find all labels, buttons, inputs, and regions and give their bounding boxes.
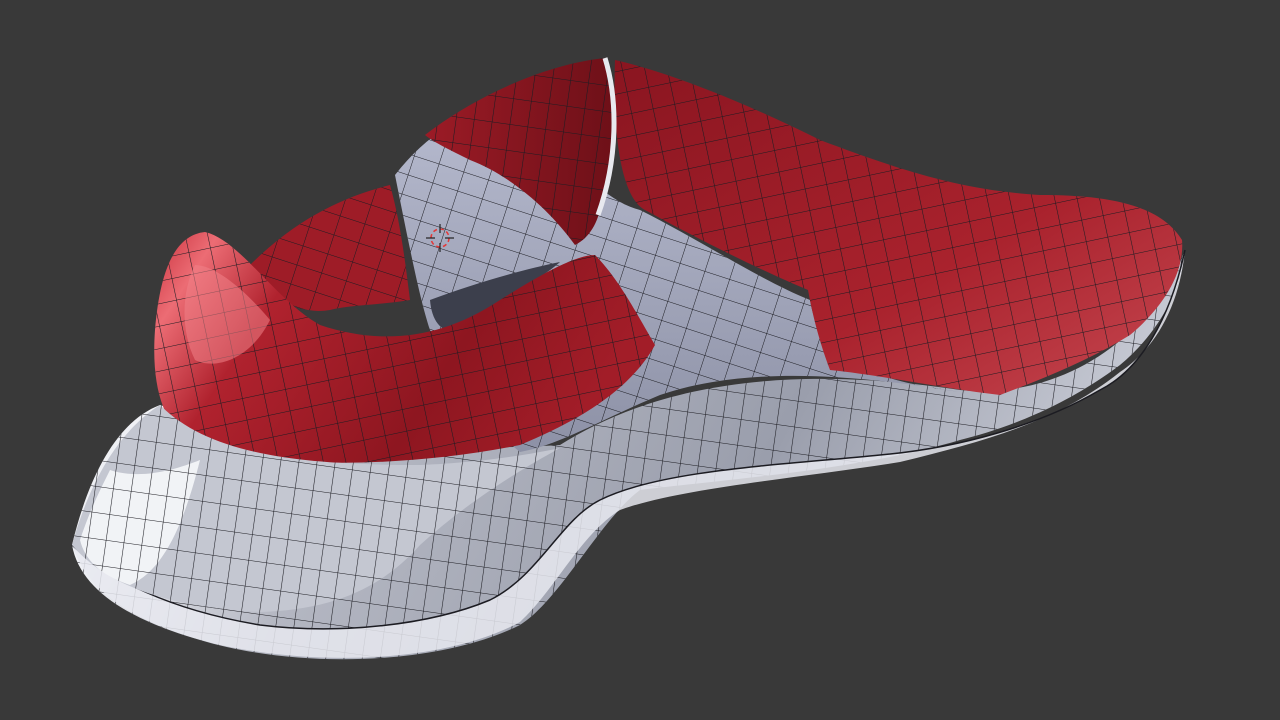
3d-viewport[interactable] <box>0 0 1280 720</box>
shoe-mesh-render <box>71 57 1186 660</box>
